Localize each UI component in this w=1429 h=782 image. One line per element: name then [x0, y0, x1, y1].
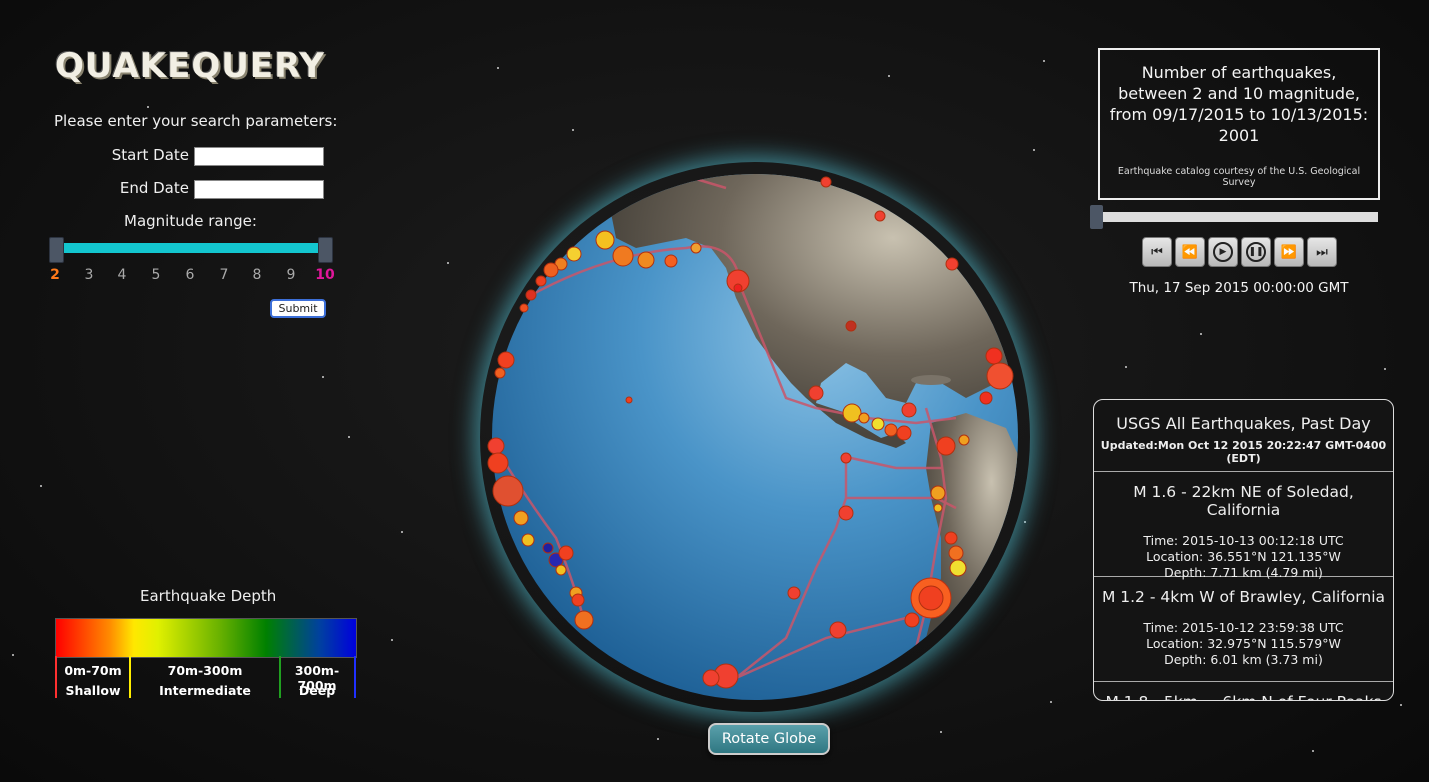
count-line-2: between 2 and 10 magnitude,: [1118, 84, 1360, 103]
timeline-slider-handle[interactable]: [1090, 205, 1103, 229]
timeline-slider-track[interactable]: [1096, 212, 1378, 222]
depth-gradient-bar: [55, 618, 357, 658]
magnitude-tick: 10: [315, 267, 335, 283]
magnitude-tick: 8: [252, 267, 262, 283]
depth-intermediate-name: Intermediate: [159, 683, 251, 698]
feed-item-location: Location: 36.551°N 121.135°W: [1146, 549, 1341, 564]
magnitude-max-handle[interactable]: [318, 237, 333, 263]
submit-button[interactable]: Submit: [270, 299, 326, 318]
magnitude-tick: 4: [117, 267, 127, 283]
start-date-input[interactable]: [194, 147, 324, 166]
magnitude-tick: 9: [286, 267, 296, 283]
atmosphere-glow: [480, 162, 1030, 712]
feed-item-location: Location: 32.975°N 115.579°W: [1146, 636, 1341, 651]
feed-item-title: M 1.2 - 4km W of Brawley, California: [1101, 588, 1386, 606]
end-date-input[interactable]: [194, 180, 324, 199]
magnitude-range-label: Magnitude range:: [124, 212, 257, 230]
skip-to-start-button[interactable]: ⏮: [1142, 237, 1172, 267]
skip-end-icon: ⏭: [1316, 244, 1328, 260]
pause-icon: ❚❚: [1246, 242, 1266, 262]
search-prompt: Please enter your search parameters:: [54, 112, 338, 130]
earth-globe[interactable]: [486, 168, 1024, 706]
feed-item[interactable]: M 1.8 - 5km ... 6km N of Four Peaks: [1094, 682, 1393, 700]
usgs-credit: Earthquake catalog courtesy of the U.S. …: [1117, 166, 1361, 188]
magnitude-min-handle[interactable]: [49, 237, 64, 263]
depth-intermediate-range: 70m-300m: [167, 663, 243, 678]
feed-updated: Updated:Mon Oct 12 2015 20:22:47 GMT-040…: [1100, 439, 1387, 465]
pause-button[interactable]: ❚❚: [1241, 237, 1271, 267]
magnitude-tick: 5: [151, 267, 161, 283]
skip-to-end-button[interactable]: ⏭: [1307, 237, 1337, 267]
feed-item[interactable]: M 1.6 - 22km NE of Soledad, California T…: [1094, 472, 1393, 580]
play-button[interactable]: ▶: [1208, 237, 1238, 267]
feed-item-title: M 1.6 - 22km NE of Soledad, California: [1133, 483, 1354, 519]
count-line-3: from 09/17/2015 to 10/13/2015:: [1109, 105, 1369, 124]
feed-item[interactable]: M 1.2 - 4km W of Brawley, California Tim…: [1094, 577, 1393, 682]
greenland: [916, 174, 1018, 228]
earthquake-count-box: Number of earthquakes, between 2 and 10 …: [1098, 48, 1380, 200]
feed-header: USGS All Earthquakes, Past Day Updated:M…: [1094, 400, 1393, 472]
feed-item-title: M 1.8 - 5km ... 6km N of Four Peaks: [1094, 682, 1393, 700]
feed-item-time: Time: 2015-10-13 00:12:18 UTC: [1143, 533, 1344, 548]
depth-legend-title: Earthquake Depth: [140, 587, 277, 605]
skip-start-icon: ⏮: [1151, 244, 1163, 260]
feed-title: USGS All Earthquakes, Past Day: [1116, 414, 1371, 433]
fast-forward-icon: ⏩: [1280, 244, 1298, 260]
magnitude-tick: 3: [84, 267, 94, 283]
magnitude-tick: 2: [50, 267, 60, 283]
play-icon: ▶: [1213, 242, 1233, 262]
current-time-display: Thu, 17 Sep 2015 00:00:00 GMT: [1129, 280, 1349, 296]
magnitude-tick: 7: [219, 267, 229, 283]
magnitude-tick: 6: [185, 267, 195, 283]
rewind-icon: ⏪: [1181, 244, 1199, 260]
count-line-1: Number of earthquakes,: [1141, 63, 1337, 82]
feed-item-time: Time: 2015-10-12 23:59:38 UTC: [1143, 620, 1344, 635]
feed-item-depth: Depth: 6.01 km (3.73 mi): [1164, 652, 1323, 667]
depth-shallow-name: Shallow: [65, 683, 121, 698]
rotate-globe-button[interactable]: Rotate Globe: [708, 723, 830, 755]
depth-deep-name: Deep: [298, 683, 336, 698]
end-date-label: End Date: [119, 179, 189, 197]
start-date-label: Start Date: [111, 146, 189, 164]
usgs-feed-panel[interactable]: USGS All Earthquakes, Past Day Updated:M…: [1093, 399, 1394, 701]
rewind-button[interactable]: ⏪: [1175, 237, 1205, 267]
app-logo: QUAKEQUERY: [55, 46, 326, 86]
fast-forward-button[interactable]: ⏩: [1274, 237, 1304, 267]
magnitude-slider-track[interactable]: [58, 243, 326, 253]
earthquake-count: 2001: [1218, 126, 1260, 145]
depth-shallow-range: 0m-70m: [64, 663, 122, 678]
